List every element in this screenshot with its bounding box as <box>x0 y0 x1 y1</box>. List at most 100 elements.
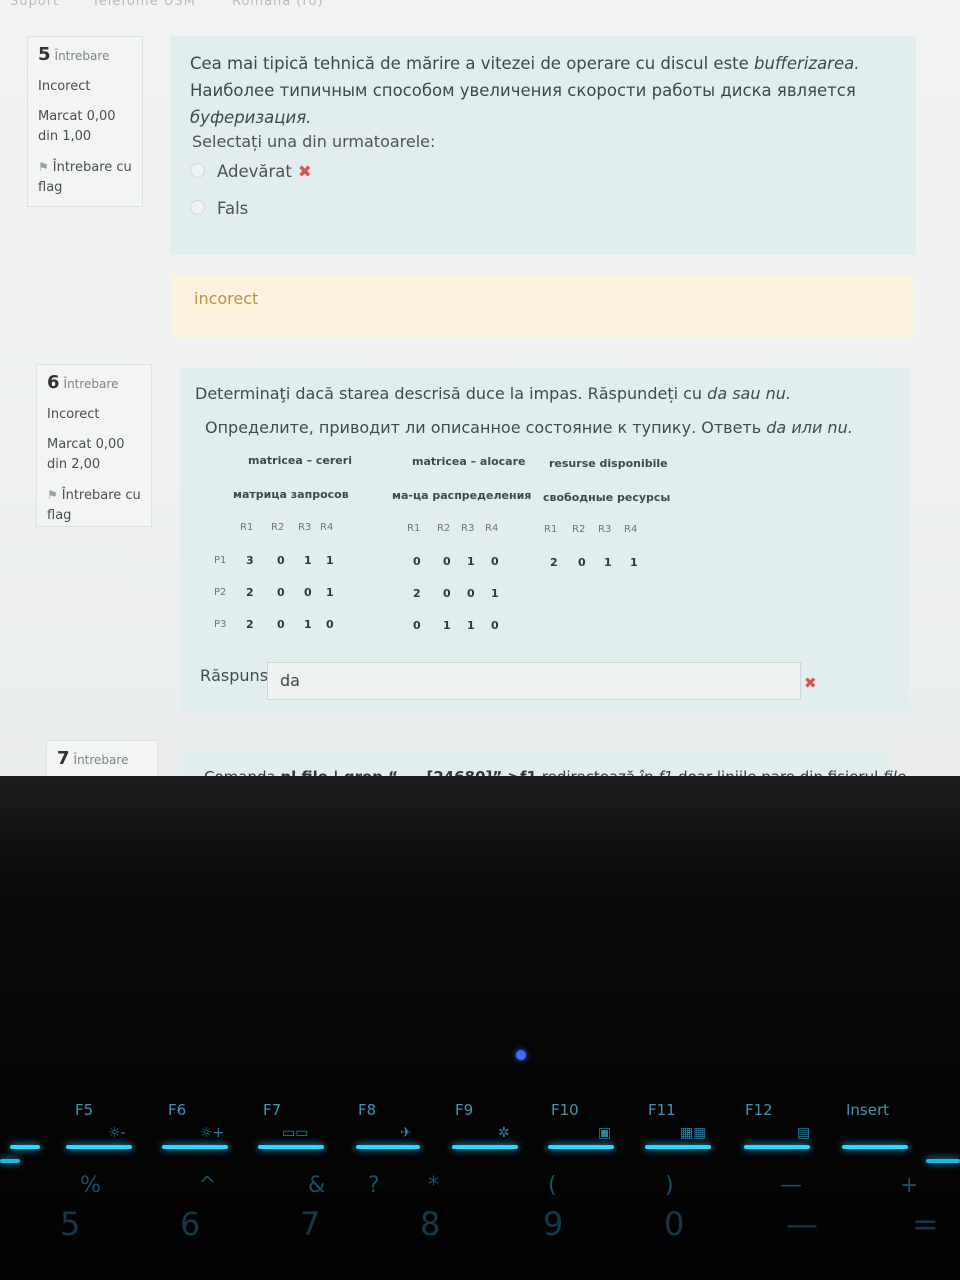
key-f7: F7 <box>263 1101 282 1119</box>
matrix-cell-disponibile: 0 <box>578 556 586 569</box>
matrix-cell-alocare: 1 <box>443 619 451 632</box>
key-glow <box>645 1145 711 1149</box>
option-adevarat-label: Adevărat <box>217 162 292 181</box>
matrix-cell-disponibile: 2 <box>550 556 558 569</box>
q6-number: 6 <box>47 372 60 393</box>
option-fals[interactable]: Fals <box>190 199 248 218</box>
matrix-cell-cereri: 0 <box>277 618 285 631</box>
key-glow <box>10 1145 40 1149</box>
matrix-cell-alocare: 2 <box>413 587 421 600</box>
q5-prompt: Selectați una din urmatoarele: <box>192 132 436 151</box>
col-header-disponibile: R1 <box>544 524 558 535</box>
settings-icon: ✲ <box>498 1125 510 1141</box>
col-header-cereri: R2 <box>271 522 285 533</box>
key-rparen-symbol: ) <box>665 1173 674 1198</box>
q6-line-ru-text: Определите, приводит ли описанное состоя… <box>205 418 762 437</box>
flag-icon: ⚑ <box>47 488 58 502</box>
matrix-cell-alocare: 0 <box>413 619 421 632</box>
nav-item-language[interactable]: Română (ro) <box>232 0 324 9</box>
matrix-cell-alocare: 0 <box>413 555 421 568</box>
q5-mark: Marcat 0,00 din 1,00 <box>38 109 116 144</box>
nav-item-telefonie[interactable]: Telefonie USM <box>92 0 196 9</box>
option-adevarat[interactable]: Adevărat ✖ <box>190 162 312 181</box>
matrix-cell-disponibile: 1 <box>630 556 638 569</box>
matrix-cell-cereri: 1 <box>304 618 312 631</box>
head-alocare-ro: matricea – alocare <box>412 455 526 468</box>
q5-flag-link[interactable]: ⚑ Întrebare cu flag <box>38 157 132 198</box>
matrix-cell-alocare: 0 <box>443 587 451 600</box>
q5-text-ru-em: буферизация. <box>190 108 312 127</box>
head-resurse-ru: свободные ресурсы <box>543 491 671 504</box>
key-glow <box>258 1145 324 1149</box>
key-glow <box>842 1145 908 1149</box>
airplane-icon: ✈ <box>400 1125 412 1141</box>
q6-line-ru-em: da или nu. <box>766 418 853 437</box>
q6-flag-link[interactable]: ⚑ Întrebare cu flag <box>47 485 141 526</box>
q7-word: Întrebare <box>73 753 129 767</box>
key-0: 0 <box>664 1205 685 1243</box>
nav-item-support[interactable]: Suport <box>10 0 59 9</box>
q6-line-ro-text: Determinaţi dacă starea descrisă duce la… <box>195 384 703 403</box>
q5-text-ru: Наиболее типичным способом увеличения ск… <box>190 81 856 100</box>
matrix-cell-alocare: 0 <box>491 619 499 632</box>
answer-input[interactable]: da <box>267 662 801 700</box>
head-resurse-ro: resurse disponibile <box>549 457 668 470</box>
col-header-alocare: R2 <box>437 523 451 534</box>
key-glow <box>452 1145 518 1149</box>
q6-word: Întrebare <box>63 377 119 391</box>
key-f11: F11 <box>648 1101 676 1119</box>
key-equals: = <box>912 1205 939 1243</box>
matrix-cell-cereri: 0 <box>326 618 334 631</box>
key-6: 6 <box>180 1205 201 1243</box>
incorrect-x-icon: ✖ <box>297 162 312 181</box>
key-glow <box>0 1159 20 1163</box>
col-header-alocare: R1 <box>407 523 421 534</box>
answer-label: Răspuns: <box>200 666 274 685</box>
q6-mark: Marcat 0,00 din 2,00 <box>47 437 125 472</box>
q7-number: 7 <box>57 748 70 769</box>
q5-text-ro-em: bufferizarea. <box>754 54 860 73</box>
row-label: P1 <box>214 555 227 566</box>
key-f6: F6 <box>168 1101 187 1119</box>
q5-feedback: incorect <box>172 275 914 338</box>
q6-line-ru: Определите, приводит ли описанное состоя… <box>205 418 853 437</box>
key-asterisk-symbol: * <box>428 1173 439 1198</box>
matrix-cell-cereri: 1 <box>326 586 334 599</box>
col-header-disponibile: R2 <box>572 524 586 535</box>
keyboard-icon: ▦▦ <box>680 1125 707 1141</box>
key-glow <box>162 1145 228 1149</box>
matrix-cell-alocare: 1 <box>467 619 475 632</box>
head-cereri-ro: matricea – cereri <box>248 454 352 467</box>
q5-formulation: Cea mai tipică tehnică de mărire a vitez… <box>170 36 916 255</box>
key-percent-symbol: % <box>80 1173 101 1198</box>
brightness-down-icon: ☼- <box>108 1125 126 1141</box>
key-glow <box>548 1145 614 1149</box>
col-header-cereri: R3 <box>298 522 312 533</box>
key-glow <box>356 1145 420 1149</box>
matrix-cell-cereri: 2 <box>246 618 254 631</box>
q5-number: 5 <box>38 44 51 65</box>
key-glow <box>744 1145 810 1149</box>
key-caret-symbol: ^ <box>198 1173 217 1198</box>
key-8: 8 <box>420 1205 441 1243</box>
row-label: P3 <box>214 619 227 630</box>
key-f9: F9 <box>455 1101 474 1119</box>
key-minus: — <box>786 1205 818 1243</box>
key-dash-symbol: — <box>780 1173 802 1198</box>
matrix-cell-alocare: 1 <box>491 587 499 600</box>
q5-status: Incorect <box>38 79 91 94</box>
row-label: P2 <box>214 587 227 598</box>
key-f12: F12 <box>745 1101 773 1119</box>
browser-screen: Suport Telefonie USM Română (ro) 5 Întreb… <box>0 0 960 785</box>
key-9: 9 <box>543 1205 564 1243</box>
matrix-cell-cereri: 1 <box>304 554 312 567</box>
head-cereri-ru: матрица запросов <box>233 488 349 501</box>
calculator-icon: ▤ <box>797 1125 811 1141</box>
key-ampersand-symbol: & <box>308 1173 326 1198</box>
radio-icon[interactable] <box>190 163 205 178</box>
col-header-cereri: R4 <box>320 522 334 533</box>
head-alocare-ru: ма-ца распределения <box>392 489 532 502</box>
matrix-cell-cereri: 1 <box>326 554 334 567</box>
q6-status: Incorect <box>47 407 100 422</box>
radio-icon[interactable] <box>190 200 205 215</box>
